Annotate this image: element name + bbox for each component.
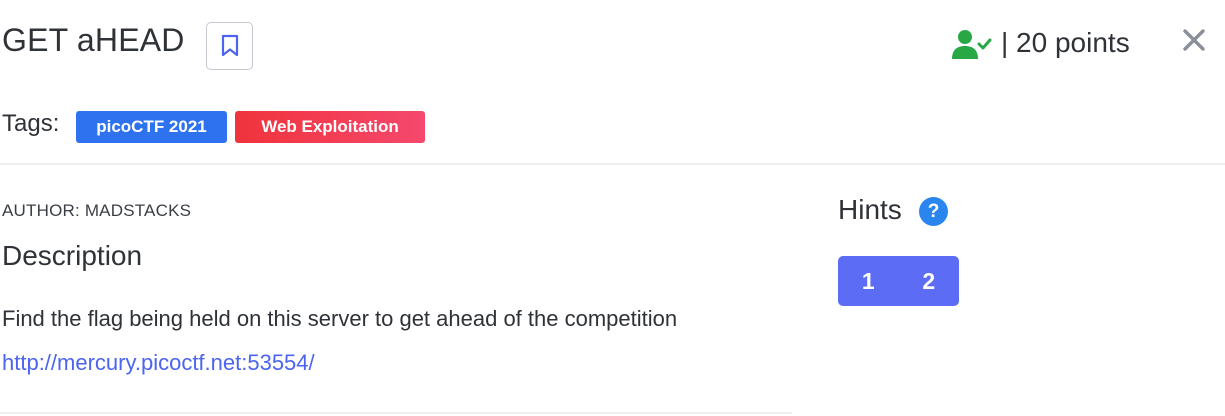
hint-button-1[interactable]: 1 xyxy=(838,256,899,306)
description-text: Find the flag being held on this server … xyxy=(2,306,678,331)
description-divider xyxy=(0,412,792,414)
hints-button-group: 1 2 xyxy=(838,256,959,306)
close-icon xyxy=(1183,29,1205,51)
points-label: | 20 points xyxy=(1001,27,1130,58)
description-heading: Description xyxy=(2,240,143,271)
tags-label: Tags: xyxy=(2,110,60,137)
tag-badge-picoctf-2021: picoCTF 2021 xyxy=(76,111,227,143)
close-button[interactable] xyxy=(1181,27,1207,53)
header-divider xyxy=(0,163,1225,165)
tag-badge-web-exploitation: Web Exploitation xyxy=(235,111,425,143)
hints-heading: Hints xyxy=(838,194,902,225)
bookmark-icon xyxy=(221,34,238,57)
author-label: AUTHOR: MADSTACKS xyxy=(2,201,192,220)
help-icon[interactable]: ? xyxy=(919,197,948,226)
user-check-icon xyxy=(952,30,992,59)
bookmark-button[interactable] xyxy=(206,22,253,70)
hint-button-2[interactable]: 2 xyxy=(899,256,960,306)
challenge-link[interactable]: http://mercury.picoctf.net:53554/ xyxy=(2,350,315,376)
challenge-title: GET aHEAD xyxy=(2,22,185,58)
